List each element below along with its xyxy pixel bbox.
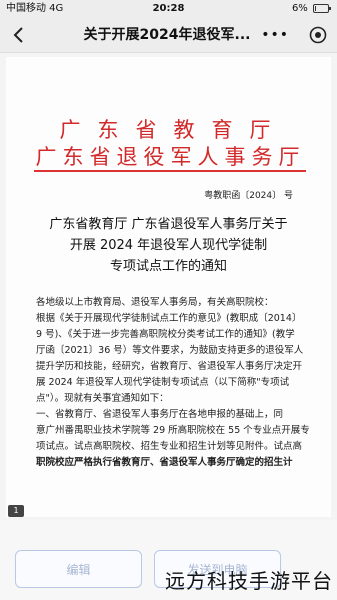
battery-percent: 6%	[291, 3, 308, 14]
body-line: 提升学历和技能，经研究，省教育厅、省退役军人事务厅决定开	[36, 361, 303, 372]
document-title-line: 专项试点工作的通知	[109, 259, 227, 274]
body-line: 一、省教育厅、省退役军人事务厅在各地申报的基础上，同	[36, 409, 284, 420]
body-line: 厅函〔2021〕36 号）等文件要求，为鼓励支持更多的退役军人	[36, 345, 304, 356]
bottom-action-bar: 编辑 发送到电脑 远方科技手游平台	[0, 520, 337, 600]
letterhead-divider	[34, 170, 306, 172]
body-line: 项试点。试点高职院校、招生专业和招生计划等见附件。试点高	[36, 441, 303, 452]
document-page: 广东省教育厅 广东省退役军人事务厅 粤教职函〔2024〕 号 广东省教育厅 广东…	[6, 57, 331, 517]
body-line: 展 2024 年退役军人现代学徒制专项试点（以下简称"专项试	[36, 377, 290, 388]
page-title: 关于开展2024年退役军...	[83, 27, 251, 43]
body-line: 意广州番禺职业技术学院等 29 所高职院校在 55 个专业点开展专	[36, 425, 310, 436]
document-number: 粤教职函〔2024〕 号	[204, 191, 293, 201]
clock: 20:28	[152, 3, 185, 14]
body-line: 各地级以上市教育局、退役军人事务局，有关高职院校：	[36, 297, 274, 308]
letterhead-line-2: 广东省退役军人事务厅	[35, 145, 306, 169]
body-line: 职院校应严格执行省教育厅、省退役军人事务厅确定的招生计	[36, 457, 293, 468]
nav-bar: 关于开展2024年退役军... •••	[0, 18, 337, 53]
body-line: 9 号)、《关于进一步完善高职院校分类考试工作的通知》(教学	[36, 329, 295, 340]
letterhead-line-1: 广东省教育厅	[59, 118, 288, 142]
body-line: 点"）。现就有关事宜通知如下：	[36, 393, 169, 404]
page-number-badge: 1	[8, 505, 24, 517]
document-title-line: 广东省教育厅 广东省退役军人事务厅关于	[49, 217, 288, 232]
document-title-line: 开展 2024 年退役军人现代学徒制	[69, 238, 268, 253]
watermark: 远方科技手游平台	[165, 569, 333, 593]
status-bar: 中国移动 4G 20:28 6%	[0, 0, 337, 18]
status-right: 6%	[291, 0, 331, 18]
back-arrow-icon[interactable]	[10, 24, 30, 46]
more-options-icon[interactable]: •••	[261, 28, 289, 42]
body-line: 根据《关于开展现代学徒制试点工作的意见》(教职成〔2014〕	[36, 313, 302, 324]
document-viewer[interactable]: 广东省教育厅 广东省退役军人事务厅 粤教职函〔2024〕 号 广东省教育厅 广东…	[0, 53, 337, 520]
edit-button[interactable]: 编辑	[15, 550, 142, 588]
battery-icon	[313, 3, 331, 13]
minimize-icon[interactable]	[309, 26, 327, 44]
